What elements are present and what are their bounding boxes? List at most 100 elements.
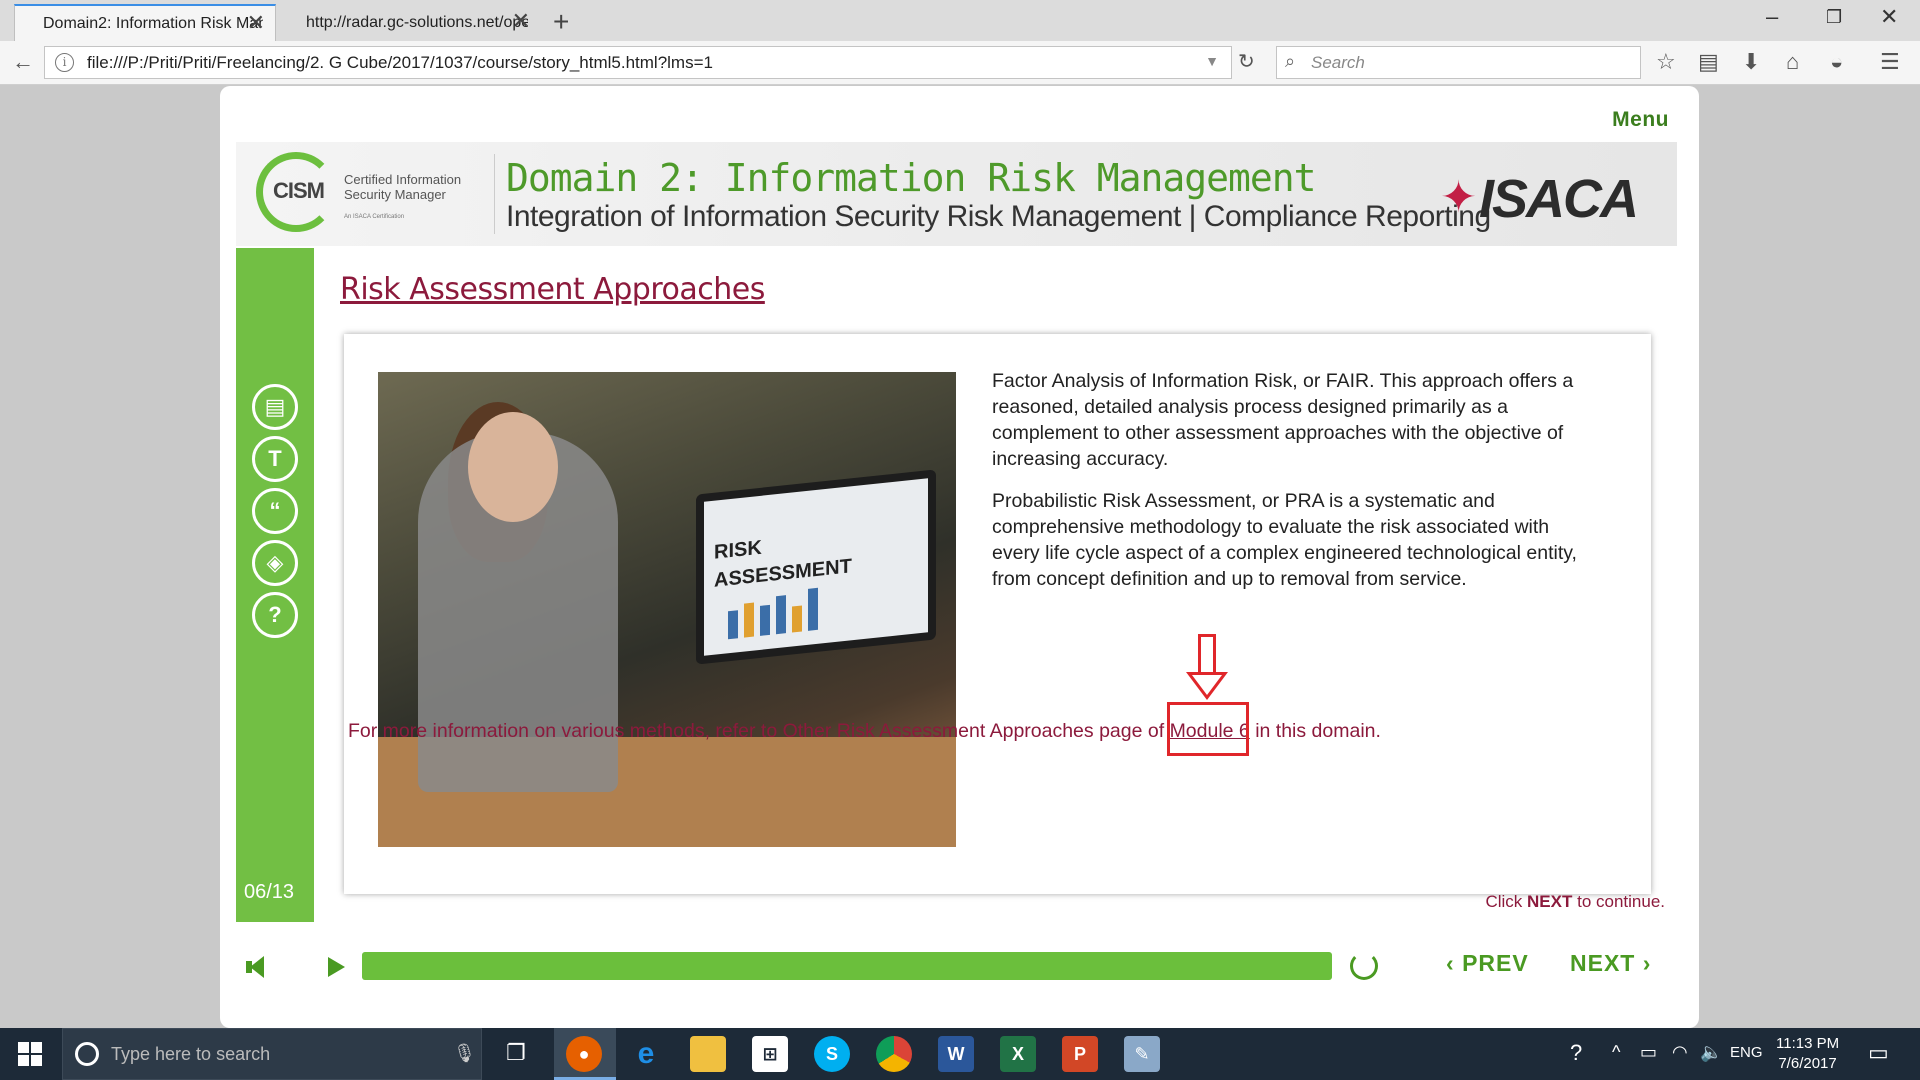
menu-button[interactable]: Menu xyxy=(1612,108,1669,132)
battery-icon[interactable]: ▭ xyxy=(1640,1042,1657,1063)
clock-date: 7/6/2017 xyxy=(1778,1055,1837,1072)
progress-bar[interactable] xyxy=(362,952,1332,980)
isaca-logo: ISACA xyxy=(1478,169,1639,229)
tab-domain2[interactable]: Domain2: Information Risk Mana ✕ xyxy=(14,4,276,41)
bookmark-star-icon[interactable]: ☆ xyxy=(1656,49,1676,75)
browser-tab-strip: Domain2: Information Risk Mana ✕ http://… xyxy=(0,0,1920,41)
paint-icon[interactable]: ✎ xyxy=(1124,1036,1160,1072)
help-tray-icon[interactable]: ? xyxy=(1570,1040,1582,1066)
close-tab-icon[interactable]: ✕ xyxy=(512,8,530,34)
dropdown-arrow-icon[interactable]: ▼ xyxy=(1205,53,1219,69)
skype-icon[interactable]: S xyxy=(814,1036,850,1072)
clock-time: 11:13 PM xyxy=(1776,1035,1840,1052)
hamburger-menu-icon[interactable]: ☰ xyxy=(1880,49,1900,75)
resources-icon[interactable]: ◈ xyxy=(252,540,298,586)
show-hidden-icons-icon[interactable]: ^ xyxy=(1612,1042,1620,1063)
annotation-arrow-shaft xyxy=(1198,634,1216,676)
course-player: Menu CISM Certified Information Security… xyxy=(220,86,1699,1028)
excel-icon[interactable]: X xyxy=(1000,1036,1036,1072)
firefox-icon[interactable]: ● xyxy=(566,1036,602,1072)
next-button[interactable]: NEXT › xyxy=(1570,950,1651,977)
course-banner: CISM Certified Information Security Mana… xyxy=(236,142,1677,246)
site-info-icon[interactable]: i xyxy=(55,53,74,72)
player-controls: ‹ PREV NEXT › xyxy=(220,932,1699,1002)
click-next-pre: Click xyxy=(1485,892,1528,911)
domain-subtitle: Integration of Information Security Risk… xyxy=(506,200,1491,233)
restore-icon[interactable]: ❐ xyxy=(1826,7,1842,28)
volume-tray-icon[interactable]: 🔈 xyxy=(1700,1042,1722,1063)
monitor-text: RISK ASSESSMENT xyxy=(714,524,852,594)
url-text: file:///P:/Priti/Priti/Freelancing/2. G … xyxy=(87,52,713,72)
search-placeholder: Search xyxy=(1311,52,1365,72)
pocket-icon[interactable]: ◒ xyxy=(1830,49,1843,75)
new-tab-icon[interactable]: + xyxy=(553,6,569,38)
task-view-icon[interactable]: ❐ xyxy=(506,1040,526,1066)
transcript-icon[interactable]: T xyxy=(252,436,298,482)
microphone-icon[interactable]: 🎙 xyxy=(453,1043,476,1064)
cism-line2: Security Manager xyxy=(344,187,446,202)
page-counter: 06/13 xyxy=(244,881,295,903)
word-icon[interactable]: W xyxy=(938,1036,974,1072)
file-explorer-icon[interactable] xyxy=(690,1036,726,1072)
domain-title: Domain 2: Information Risk Management xyxy=(506,156,1316,200)
play-icon[interactable] xyxy=(328,957,345,977)
search-icon: ⌕ xyxy=(1285,51,1296,71)
powerpoint-icon[interactable]: P xyxy=(1062,1036,1098,1072)
library-icon[interactable]: ▤ xyxy=(1698,49,1719,75)
replay-icon[interactable] xyxy=(1350,952,1378,980)
isaca-star-icon: ✦ xyxy=(1440,173,1477,222)
windows-taskbar: Type here to search 🎙 ❐ ● e ⊞ S W X P ✎ … xyxy=(0,1028,1920,1080)
content-card: RISK ASSESSMENT Factor Analysis of Infor… xyxy=(344,334,1651,894)
monitor-bar-chart xyxy=(728,587,818,640)
help-icon[interactable]: ? xyxy=(252,592,298,638)
click-next-hint: Click NEXT to continue. xyxy=(1485,892,1665,912)
course-sidebar: ▤ T “ ◈ ? 06/13 xyxy=(236,248,314,922)
banner-divider xyxy=(494,154,495,234)
minimize-icon[interactable]: – xyxy=(1766,4,1778,30)
more-info-suffix: in this domain. xyxy=(1249,720,1381,742)
windows-start-icon[interactable] xyxy=(18,1042,42,1066)
notes-icon[interactable]: ▤ xyxy=(252,384,298,430)
more-info-prefix: For more information on various methods,… xyxy=(348,720,1170,742)
cism-logo-text: CISM xyxy=(273,178,325,203)
tab-radar[interactable]: http://radar.gc-solutions.net/ope ✕ xyxy=(278,4,540,41)
prev-label: PREV xyxy=(1462,950,1529,976)
taskbar-search-input[interactable]: Type here to search 🎙 xyxy=(62,1028,482,1080)
notifications-icon[interactable]: ▭ xyxy=(1868,1040,1889,1066)
annotation-arrow-head-inner xyxy=(1192,675,1222,695)
taskbar-clock[interactable]: 11:13 PM 7/6/2017 xyxy=(1776,1034,1839,1074)
tab-label: http://radar.gc-solutions.net/ope xyxy=(306,13,528,31)
search-input[interactable]: ⌕ Search xyxy=(1276,46,1641,79)
quote-icon[interactable]: “ xyxy=(252,488,298,534)
reload-icon[interactable]: ↻ xyxy=(1238,49,1255,74)
click-next-bold: NEXT xyxy=(1527,892,1573,911)
next-label: NEXT xyxy=(1570,950,1636,976)
url-bar[interactable]: i file:///P:/Priti/Priti/Freelancing/2. … xyxy=(44,46,1232,79)
chrome-icon[interactable] xyxy=(876,1036,912,1072)
fair-paragraph: Factor Analysis of Information Risk, or … xyxy=(992,370,1574,470)
close-window-icon[interactable]: ✕ xyxy=(1880,4,1898,30)
slide-title: Risk Assessment Approaches xyxy=(340,272,765,307)
volume-icon[interactable] xyxy=(250,956,264,978)
photo-monitor: RISK ASSESSMENT xyxy=(696,469,936,665)
home-icon[interactable]: ⌂ xyxy=(1786,49,1799,75)
back-icon[interactable]: ← xyxy=(12,49,34,75)
language-indicator[interactable]: ENG xyxy=(1730,1044,1763,1061)
cortana-icon xyxy=(75,1042,99,1066)
store-icon[interactable]: ⊞ xyxy=(752,1036,788,1072)
cism-line1: Certified Information xyxy=(344,172,462,187)
annotation-highlight-box xyxy=(1167,702,1249,756)
progress-fill xyxy=(362,952,1332,980)
pra-paragraph: Probabilistic Risk Assessment, or PRA is… xyxy=(992,490,1577,590)
close-tab-icon[interactable]: ✕ xyxy=(247,10,265,36)
download-icon[interactable]: ⬇ xyxy=(1742,49,1760,75)
navigation-bar: ← i file:///P:/Priti/Priti/Freelancing/2… xyxy=(0,41,1920,85)
click-next-post: to continue. xyxy=(1572,892,1665,911)
wifi-icon[interactable]: ◠ xyxy=(1672,1042,1688,1063)
prev-button[interactable]: ‹ PREV xyxy=(1446,950,1529,977)
cism-tiny-text: An ISACA Certification xyxy=(344,214,405,220)
photo-person-head xyxy=(468,412,558,522)
tab-label: Domain2: Information Risk Mana xyxy=(43,14,263,32)
risk-assessment-photo: RISK ASSESSMENT xyxy=(378,372,956,847)
edge-icon[interactable]: e xyxy=(628,1036,664,1072)
